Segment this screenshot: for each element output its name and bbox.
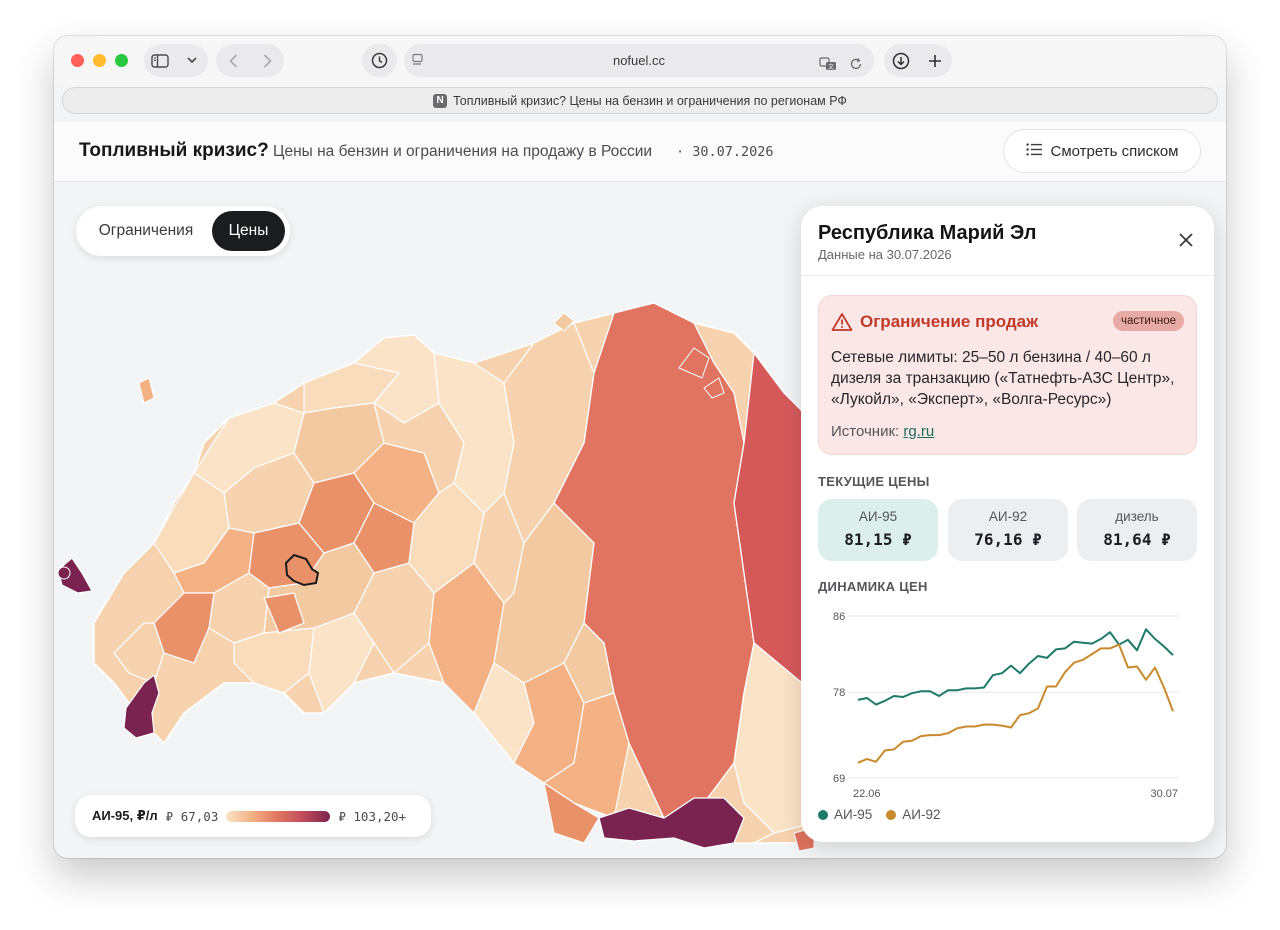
price-dynamics-chart: 69 78 86 22.06 30.07 bbox=[833, 611, 1178, 800]
legend-series-name: АИ-92 bbox=[902, 807, 941, 822]
new-tab-plus-icon[interactable] bbox=[923, 49, 947, 73]
sales-restriction-alert: Ограничение продаж частичное Сетевые лим… bbox=[818, 295, 1197, 455]
price-card-value: 81,64 ₽ bbox=[1103, 530, 1171, 549]
legend-dot bbox=[818, 809, 828, 820]
chart-legend-item: АИ-95 bbox=[818, 807, 872, 822]
chart-y-tick-label: 78 bbox=[833, 687, 845, 699]
current-prices-heading: ТЕКУЩИЕ ЦЕНЫ bbox=[818, 474, 930, 489]
map-legend: АИ-95, ₽/л ₽ 67,03 ₽ 103,20+ bbox=[75, 795, 431, 837]
region-title: Республика Марий Эл bbox=[818, 222, 1037, 244]
region-data-date: Данные на 30.07.2026 bbox=[818, 247, 952, 262]
alert-body: Сетевые лимиты: 25–50 л бензина / 40–60 … bbox=[831, 349, 1175, 408]
alert-source: Источник: rg.ru bbox=[831, 423, 934, 440]
chevron-down-icon[interactable] bbox=[180, 49, 204, 73]
page-title: Топливный кризис? bbox=[79, 140, 269, 161]
page-date: · 30.07.2026 bbox=[676, 144, 774, 160]
price-card-value: 81,15 ₽ bbox=[844, 530, 912, 549]
chart-y-tick-label: 69 bbox=[833, 773, 845, 785]
region-detail-panel: Республика Марий Эл Данные на 30.07.2026… bbox=[801, 206, 1214, 842]
price-card-label: АИ-95 bbox=[858, 509, 898, 524]
active-tab[interactable]: N Топливный кризис? Цены на бензин и огр… bbox=[62, 87, 1218, 114]
close-icon[interactable] bbox=[1176, 230, 1196, 250]
chart-legend: АИ-95 АИ-92 bbox=[818, 807, 940, 822]
chart-series-line bbox=[857, 628, 1174, 706]
panel-divider bbox=[801, 275, 1214, 276]
legend-min: ₽ 67,03 bbox=[165, 808, 219, 824]
site-favicon: N bbox=[433, 93, 448, 108]
price-dynamics-heading: ДИНАМИКА ЦЕН bbox=[818, 579, 928, 594]
map-island bbox=[138, 377, 155, 404]
legend-gradient-bar bbox=[226, 810, 331, 822]
navigation-group bbox=[216, 44, 284, 77]
chart-series-line bbox=[857, 643, 1174, 764]
alert-source-label: Источник: bbox=[831, 423, 900, 440]
restriction-level-badge: частичное bbox=[1113, 311, 1184, 331]
view-list-label: Смотреть списком bbox=[1050, 142, 1179, 160]
history-group bbox=[362, 44, 397, 77]
chart-y-tick-label: 86 bbox=[833, 611, 845, 623]
sidebar-toggle-group bbox=[144, 44, 208, 77]
legend-title: АИ-95, ₽/л bbox=[92, 808, 158, 823]
page-subtitle: Цены на бензин и ограничения на продажу … bbox=[273, 143, 653, 160]
price-card-label: АИ-92 bbox=[988, 509, 1028, 524]
legend-max: ₽ 103,20+ bbox=[338, 808, 407, 824]
browser-window: nofuel.cc 文 N Топливный кризис? Цены на … bbox=[54, 36, 1226, 858]
tab-title: Топливный кризис? Цены на бензин и огран… bbox=[453, 93, 847, 108]
address-bar[interactable]: nofuel.cc 文 bbox=[404, 44, 874, 77]
back-arrow-icon[interactable] bbox=[221, 49, 245, 73]
translate-icon[interactable]: 文 bbox=[816, 52, 840, 76]
price-card-diesel[interactable]: дизель 81,64 ₽ bbox=[1077, 499, 1197, 561]
page-menu-icon[interactable] bbox=[412, 53, 426, 72]
chart-x-tick-label: 22.06 bbox=[853, 788, 881, 800]
chart-x-tick-label: 30.07 bbox=[1150, 788, 1178, 800]
chart-legend-item: АИ-92 bbox=[886, 807, 940, 822]
map-area: Ограничения Цены АИ-95, ₽/л ₽ 67,03 ₽ 10… bbox=[54, 183, 1226, 858]
legend-dot bbox=[886, 809, 897, 820]
list-icon bbox=[1025, 142, 1043, 160]
reload-icon[interactable] bbox=[844, 52, 868, 76]
price-card-value: 76,16 ₽ bbox=[974, 530, 1042, 549]
map-mode-toggle: Ограничения Цены bbox=[76, 206, 290, 256]
alert-title: Ограничение продаж bbox=[860, 312, 1039, 331]
minimize-window-button[interactable] bbox=[93, 54, 106, 67]
close-window-button[interactable] bbox=[71, 54, 84, 67]
forward-arrow-icon[interactable] bbox=[255, 49, 279, 73]
mode-option-restrictions[interactable]: Ограничения bbox=[82, 211, 210, 251]
mode-option-prices[interactable]: Цены bbox=[212, 211, 285, 251]
map-region-sevastopol bbox=[57, 566, 71, 580]
alert-source-link[interactable]: rg.ru bbox=[903, 423, 934, 440]
view-list-button[interactable]: Смотреть списком bbox=[1003, 129, 1201, 173]
maximize-window-button[interactable] bbox=[115, 54, 128, 67]
price-card-label: дизель bbox=[1115, 509, 1159, 524]
russia-price-map[interactable] bbox=[54, 243, 814, 858]
download-icon[interactable] bbox=[889, 49, 913, 73]
url-text: nofuel.cc bbox=[612, 53, 666, 68]
actions-group bbox=[884, 44, 952, 77]
legend-series-name: АИ-95 bbox=[834, 807, 873, 822]
page-header: Топливный кризис? Цены на бензин и огран… bbox=[54, 122, 1226, 182]
sidebar-icon[interactable] bbox=[148, 49, 172, 73]
history-clock-icon[interactable] bbox=[368, 49, 392, 73]
browser-toolbar: nofuel.cc 文 bbox=[54, 36, 1226, 86]
warning-icon bbox=[831, 312, 853, 332]
price-card-ai95[interactable]: АИ-95 81,15 ₽ bbox=[818, 499, 938, 561]
svg-text:文: 文 bbox=[828, 63, 834, 71]
price-card-ai92[interactable]: АИ-92 76,16 ₽ bbox=[948, 499, 1068, 561]
